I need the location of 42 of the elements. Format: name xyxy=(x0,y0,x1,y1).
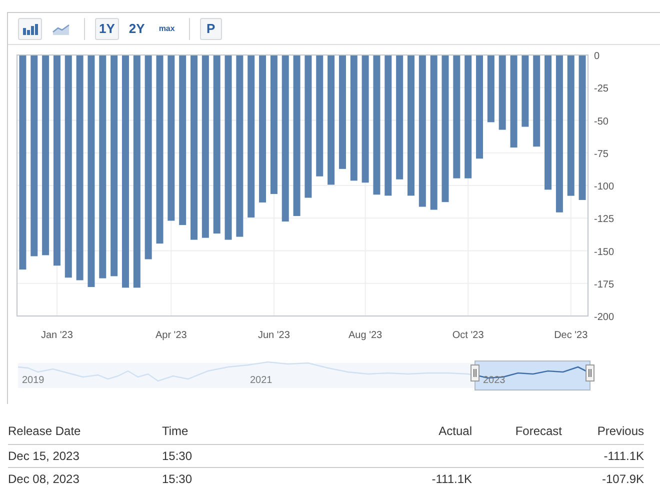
column-header: Previous xyxy=(596,424,644,438)
axis-label: Aug '23 xyxy=(348,330,382,341)
table-cell-text: -111.1K xyxy=(430,472,472,486)
bar-chart-icon xyxy=(22,22,38,34)
axis-label: -175 xyxy=(594,279,614,290)
print-button[interactable]: P xyxy=(200,18,222,40)
range-selection[interactable] xyxy=(474,360,590,390)
axis-label: Oct '23 xyxy=(452,330,484,341)
axis-label: Jun '23 xyxy=(258,330,290,341)
bar-chart-button[interactable] xyxy=(18,18,42,40)
range-button[interactable]: max xyxy=(154,18,179,40)
bar xyxy=(487,55,494,122)
axis-label: -150 xyxy=(594,246,614,258)
range-handle[interactable] xyxy=(586,364,594,382)
table-cell-text: -107.9K xyxy=(600,472,644,486)
table-cell-text: Dec 08, 2023 xyxy=(8,472,80,486)
range-button[interactable]: 1Y xyxy=(95,18,119,40)
axis-label: Jan '23 xyxy=(41,330,73,341)
bar xyxy=(522,55,529,127)
line-chart-icon xyxy=(52,22,70,34)
year-label: 2023 xyxy=(483,375,506,386)
column-header: Actual xyxy=(438,424,472,438)
table-cell-text: 15:30 xyxy=(162,472,194,486)
axis-label: -125 xyxy=(594,214,614,226)
axis-label: 0 xyxy=(594,51,600,62)
column-header: Release Date xyxy=(8,424,82,438)
axis-label: -75 xyxy=(594,148,608,160)
column-header: Forecast xyxy=(514,424,562,438)
axis-label: Apr '23 xyxy=(155,330,187,341)
table-cell-text: Dec 15, 2023 xyxy=(8,449,80,463)
axis-label: -25 xyxy=(594,84,608,95)
axis-label: -50 xyxy=(594,116,608,128)
table-cell-text: -111.1K xyxy=(602,449,644,463)
year-label: 2021 xyxy=(250,375,272,386)
range-button[interactable]: 2Y xyxy=(124,18,149,40)
axis-label: -100 xyxy=(594,182,614,192)
axis-label: Dec '23 xyxy=(554,330,588,341)
column-header: Time xyxy=(162,424,190,438)
range-handle[interactable] xyxy=(470,364,480,382)
year-label: 2019 xyxy=(22,375,44,386)
table-cell-text: 15:30 xyxy=(162,449,194,463)
axis-label: -200 xyxy=(594,312,614,323)
